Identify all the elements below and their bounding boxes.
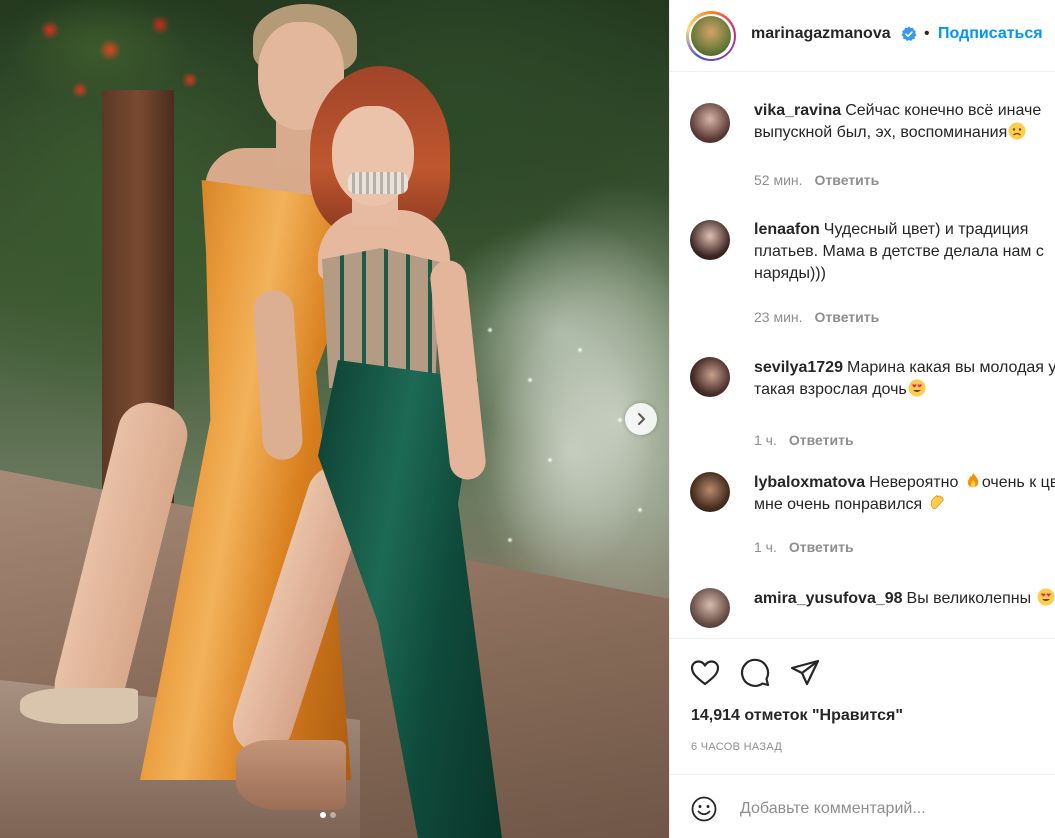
comment-time: 1 ч. [754, 539, 777, 555]
comment-icon[interactable] [739, 657, 771, 689]
post-side-panel: marinagazmanova • Подписаться vika_ravin… [669, 0, 1055, 838]
commenter-avatar[interactable] [690, 220, 730, 260]
commenter-avatar[interactable] [690, 588, 730, 628]
reply-button[interactable]: Ответить [789, 539, 854, 555]
reply-button[interactable]: Ответить [815, 172, 880, 188]
heart-eyes-emoji-icon [908, 379, 926, 397]
carousel-dot-active [320, 812, 326, 818]
commenter-username[interactable]: lenaafon [754, 221, 820, 238]
comment-input[interactable] [740, 797, 1040, 821]
comment-text: lenaafon Чудесный цвет) и традиция платье… [754, 219, 1055, 285]
comment-text: amira_yusufova_98 Вы великолепны [754, 588, 1055, 610]
comment-meta: 1 ч. Ответить [754, 432, 854, 448]
reply-button[interactable]: Ответить [815, 309, 880, 325]
heart-eyes-emoji-icon [1037, 588, 1055, 606]
comment-time: 52 мин. [754, 172, 803, 188]
carousel-next-button[interactable] [625, 403, 657, 435]
add-comment-bar [670, 774, 1055, 838]
choker-necklace [348, 172, 408, 194]
comment-meta: 1 ч. Ответить [754, 539, 854, 555]
comment-time: 1 ч. [754, 432, 777, 448]
commenter-username[interactable]: lybaloxmatova [754, 474, 865, 491]
commenter-username[interactable]: amira_yusufova_98 [754, 590, 903, 607]
comment-body: Вы великолепны [906, 590, 1032, 607]
likes-count[interactable]: 14,914 отметок "Нравится" [691, 707, 903, 725]
commenter-username[interactable]: vika_ravina [754, 102, 841, 119]
comment-meta: 52 мин. Ответить [754, 172, 879, 188]
post-author-username[interactable]: marinagazmanova [751, 25, 891, 43]
carousel-dot [330, 812, 336, 818]
commenter-avatar[interactable] [690, 472, 730, 512]
comment-text: sevilya1729Марина какая вы молодая увас … [754, 357, 1055, 401]
profile-avatar-story-ring[interactable] [686, 11, 736, 61]
comment-body-a: Невероятно [869, 474, 959, 491]
follow-button[interactable]: Подписаться [938, 25, 1043, 43]
comments-list[interactable]: vika_ravina Сейчас конечно всё иначе выпу… [670, 73, 1055, 638]
comment-meta: 23 мин. Ответить [754, 309, 879, 325]
post-timestamp[interactable]: 6 ЧАСОВ НАЗАД [691, 741, 782, 753]
avatar [691, 16, 731, 56]
share-icon[interactable] [789, 657, 821, 689]
comment-text: lybaloxmatovaНевероятно очень к цвет, мн… [754, 472, 1055, 516]
chevron-right-icon [638, 413, 645, 425]
clapping-hands-emoji-icon [930, 495, 944, 509]
post-actions [670, 638, 1055, 698]
woman-orange-shoe [20, 688, 138, 724]
commenter-avatar[interactable] [690, 103, 730, 143]
fire-emoji-icon [967, 473, 979, 488]
post-header: marinagazmanova • Подписаться [670, 0, 1055, 72]
header-separator: • [924, 25, 930, 42]
reply-button[interactable]: Ответить [789, 432, 854, 448]
comment-text: vika_ravina Сейчас конечно всё иначе выпу… [754, 100, 1055, 144]
comment-time: 23 мин. [754, 309, 803, 325]
heart-icon[interactable] [689, 657, 721, 689]
verified-badge-icon [901, 26, 917, 42]
woman-green-shoe [236, 740, 346, 810]
post-photo[interactable] [0, 0, 669, 838]
emoji-picker-icon[interactable] [691, 796, 717, 822]
carousel-indicator [320, 812, 336, 818]
sad-face-emoji-icon [1008, 122, 1026, 140]
commenter-username[interactable]: sevilya1729 [754, 359, 843, 376]
commenter-avatar[interactable] [690, 357, 730, 397]
